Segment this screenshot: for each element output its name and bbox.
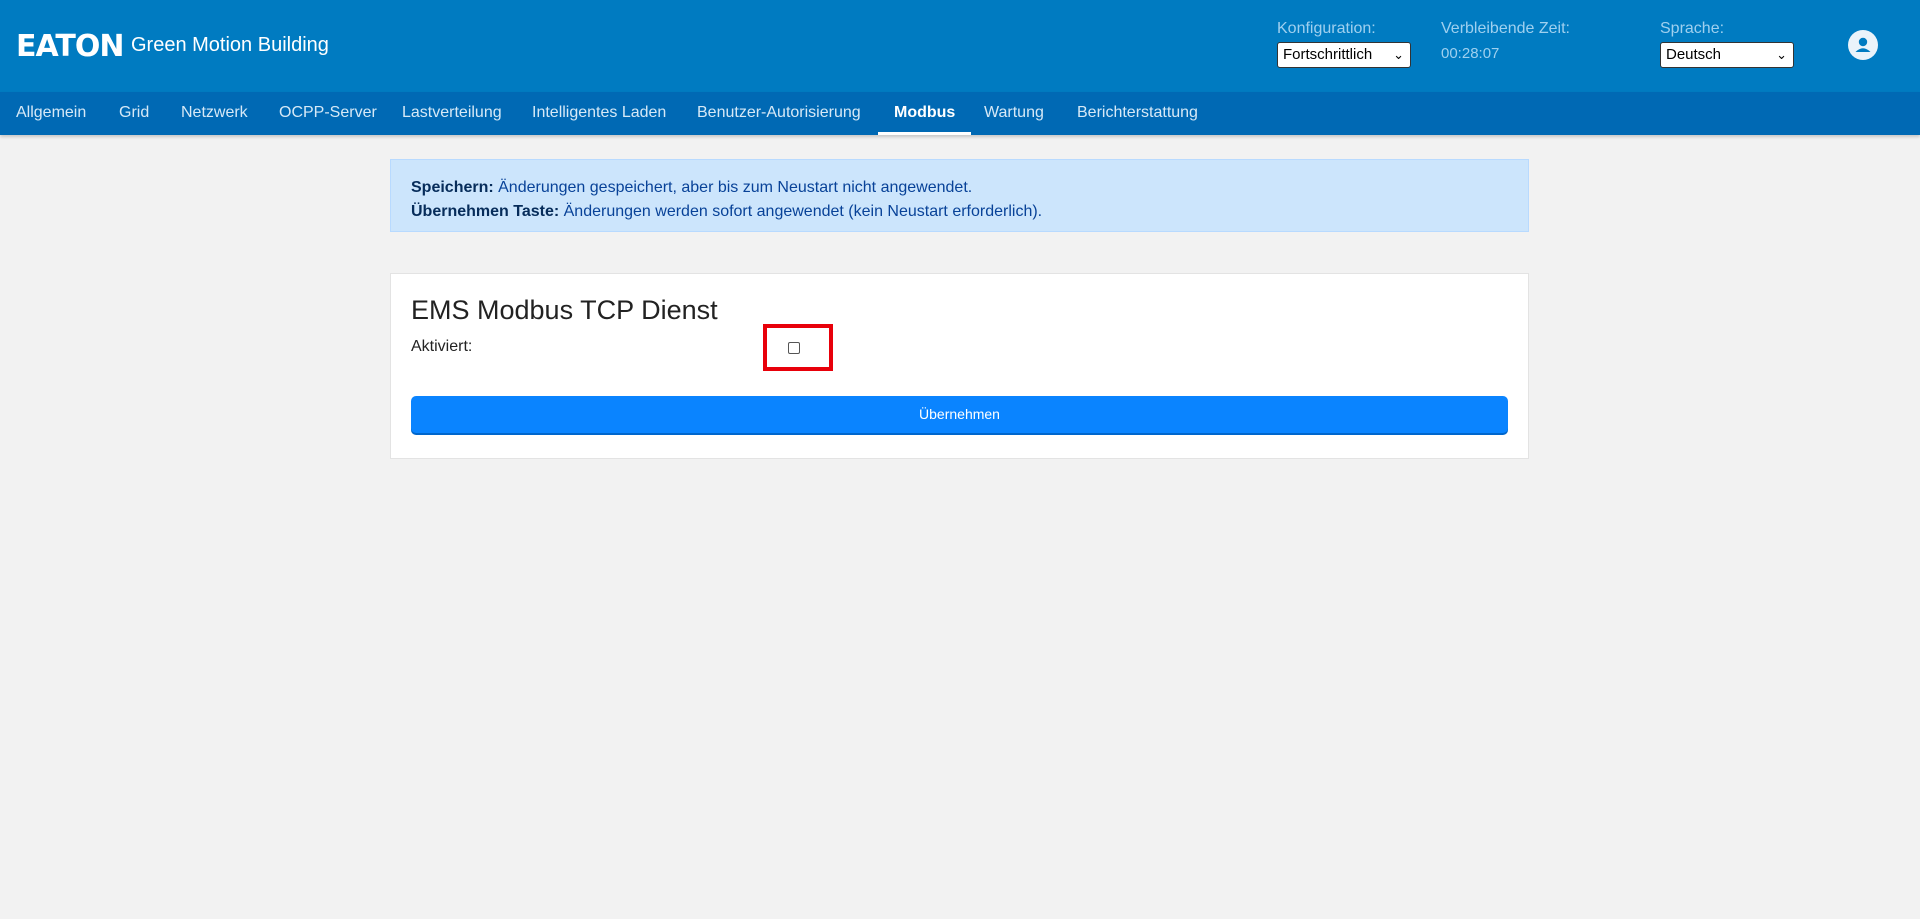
enabled-label: Aktiviert:	[411, 338, 473, 355]
info-line-save: Speichern: Änderungen gespeichert, aber …	[411, 176, 1528, 200]
tab-benutzer-autorisierung[interactable]: Benutzer-Autorisierung	[697, 92, 861, 135]
info-line-apply: Übernehmen Taste: Änderungen werden sofo…	[411, 200, 1528, 224]
info-save-label: Speichern:	[411, 179, 494, 196]
remaining-time-value: 00:28:07	[1441, 45, 1500, 62]
tab-ocpp-server[interactable]: OCPP-Server	[279, 92, 377, 135]
tab-lastverteilung[interactable]: Lastverteilung	[402, 92, 502, 135]
user-account-icon[interactable]	[1848, 30, 1878, 60]
config-select-value: Fortschrittlich	[1283, 46, 1373, 63]
tab-netzwerk[interactable]: Netzwerk	[181, 92, 248, 135]
ems-modbus-card: EMS Modbus TCP Dienst Aktiviert: Überneh…	[390, 273, 1529, 459]
info-alert: Speichern: Änderungen gespeichert, aber …	[390, 159, 1529, 232]
app-title: Green Motion Building	[131, 34, 329, 56]
language-group: Sprache: Deutsch ⌄	[1660, 20, 1794, 68]
info-apply-text: Änderungen werden sofort angewendet (kei…	[559, 203, 1043, 220]
apply-button[interactable]: Übernehmen	[411, 396, 1508, 433]
language-label: Sprache:	[1660, 20, 1725, 37]
tab-grid[interactable]: Grid	[119, 92, 149, 135]
tab-allgemein[interactable]: Allgemein	[16, 92, 86, 135]
tab-berichterstattung[interactable]: Berichterstattung	[1077, 92, 1198, 135]
tab-modbus[interactable]: Modbus	[877, 92, 972, 135]
chevron-down-icon: ⌄	[1393, 47, 1404, 62]
language-select[interactable]: Deutsch ⌄	[1660, 42, 1794, 68]
config-label: Konfiguration:	[1277, 20, 1376, 37]
main-nav: Allgemein Grid Netzwerk OCPP-Server Last…	[0, 92, 1920, 135]
info-apply-label: Übernehmen Taste:	[411, 203, 560, 220]
remaining-time-group: Verbleibende Zeit: 00:28:07	[1441, 20, 1581, 62]
config-group: Konfiguration: Fortschrittlich ⌄	[1277, 20, 1411, 68]
chevron-down-icon: ⌄	[1776, 47, 1787, 62]
eaton-logo: EATON	[16, 29, 124, 64]
config-select[interactable]: Fortschrittlich ⌄	[1277, 42, 1411, 68]
remaining-time-label: Verbleibende Zeit:	[1441, 20, 1570, 37]
enabled-checkbox[interactable]	[788, 342, 800, 354]
tab-wartung[interactable]: Wartung	[984, 92, 1044, 135]
language-select-value: Deutsch	[1666, 46, 1722, 63]
info-save-text: Änderungen gespeichert, aber bis zum Neu…	[493, 179, 973, 196]
card-title: EMS Modbus TCP Dienst	[411, 295, 718, 325]
tab-intelligentes-laden[interactable]: Intelligentes Laden	[532, 92, 666, 135]
app-header: EATON Green Motion Building Konfiguratio…	[0, 0, 1920, 92]
